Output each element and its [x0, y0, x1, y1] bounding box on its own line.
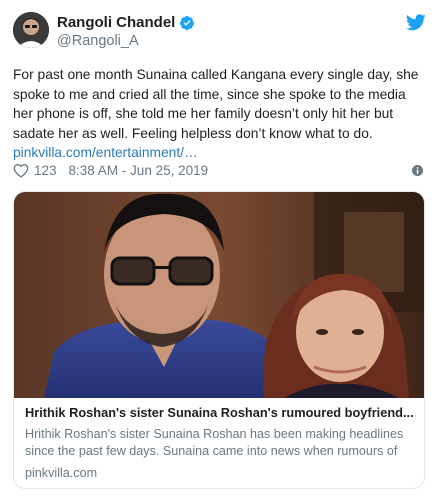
avatar[interactable]: [13, 12, 49, 48]
tweet-text: For past one month Sunaina called Kangan…: [13, 65, 429, 163]
verified-badge-icon: [180, 15, 195, 30]
avatar-photo: [13, 12, 49, 48]
tweet-body: For past one month Sunaina called Kangan…: [13, 67, 419, 141]
twitter-bird-icon[interactable]: [406, 14, 426, 31]
card-photo: [14, 192, 424, 398]
card-image[interactable]: [14, 192, 424, 398]
info-icon[interactable]: [412, 165, 423, 176]
tweet-meta: 123 8:38 AM - Jun 25, 2019: [13, 163, 208, 178]
card-body[interactable]: Hrithik Roshan's sister Sunaina Roshan's…: [25, 405, 417, 480]
like-count[interactable]: 123: [34, 163, 57, 178]
heart-icon[interactable]: [13, 163, 29, 178]
card-title[interactable]: Hrithik Roshan's sister Sunaina Roshan's…: [25, 405, 417, 420]
author-handle[interactable]: @Rangoli_A: [57, 33, 139, 49]
author-display-name[interactable]: Rangoli Chandel: [57, 14, 175, 31]
link-card[interactable]: Hrithik Roshan's sister Sunaina Roshan's…: [13, 191, 425, 489]
timestamp[interactable]: 8:38 AM - Jun 25, 2019: [69, 163, 209, 178]
card-domain[interactable]: pinkvilla.com: [25, 466, 417, 480]
tweet-link[interactable]: pinkvilla.com/entertainment/…: [13, 145, 198, 160]
card-description: Hrithik Roshan's sister Sunaina Roshan h…: [25, 427, 404, 458]
author-name-row[interactable]: Rangoli Chandel: [57, 14, 195, 31]
